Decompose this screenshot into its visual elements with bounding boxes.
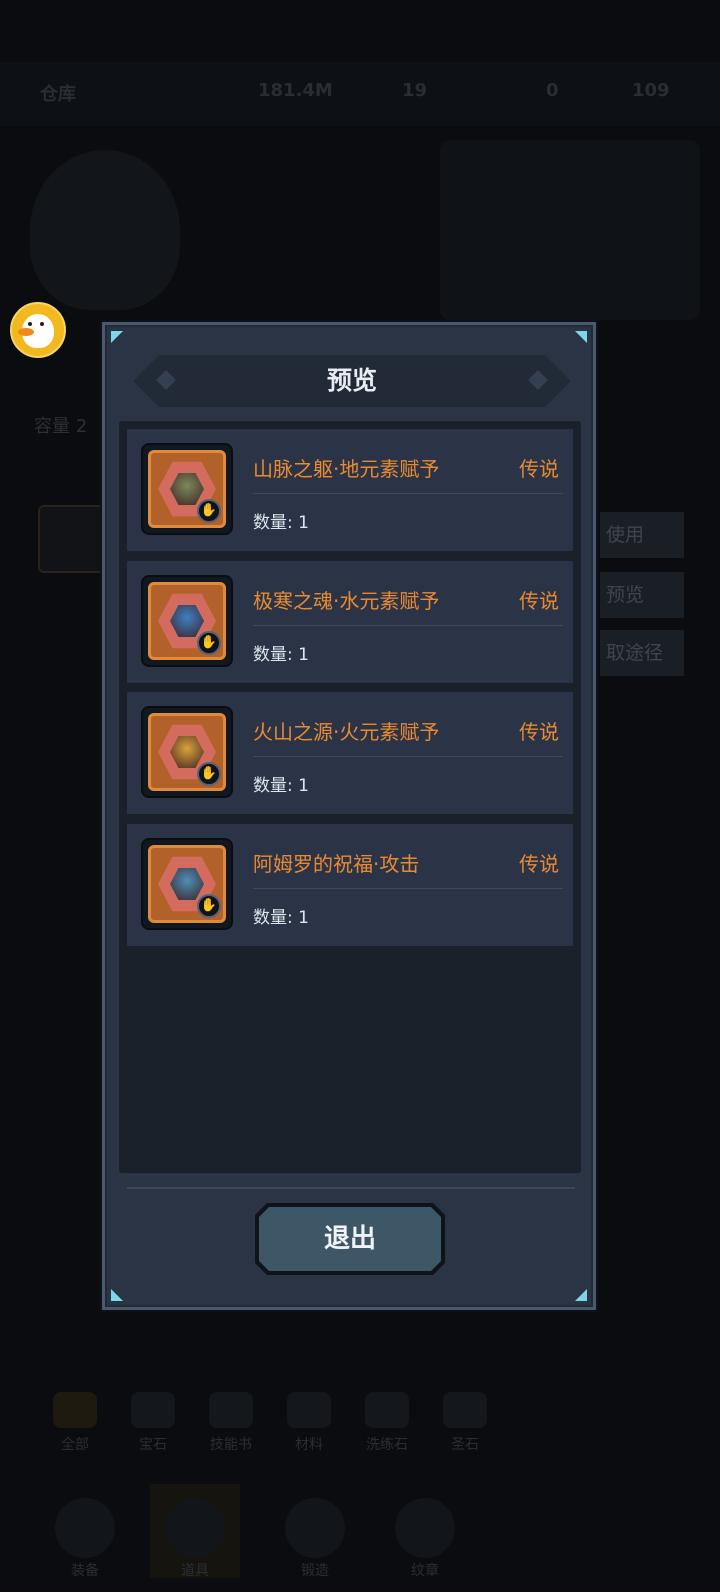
top-resource-bar (0, 62, 720, 126)
item-quantity: 数量: 1 (253, 908, 309, 928)
item-art (170, 473, 204, 505)
hand-icon: ✋ (197, 762, 221, 786)
hand-icon: ✋ (197, 499, 221, 523)
item-rarity: 传说 (519, 589, 559, 613)
use-button: 使用 (600, 512, 684, 558)
item-name: 火山之源·火元素赋予 (253, 720, 440, 744)
corner-ornament (111, 331, 123, 343)
item-icon (141, 706, 233, 798)
item-quantity: 数量: 1 (253, 645, 309, 665)
item-art (170, 605, 204, 637)
item-quantity: 数量: 1 (253, 513, 309, 533)
item-rarity: 传说 (519, 457, 559, 481)
nav-tab-skillbook: 技能书 (194, 1392, 268, 1454)
bottom-nav-equipment: 装备 (40, 1498, 130, 1580)
item-name: 阿姆罗的祝福·攻击 (253, 852, 420, 876)
item-name: 山脉之躯·地元素赋予 (253, 457, 440, 481)
currency-4-amount: 109 (632, 80, 670, 101)
item-icon (141, 838, 233, 930)
divider (253, 493, 563, 494)
list-item[interactable]: ✋ 火山之源·火元素赋予 传说 数量: 1 (127, 692, 573, 814)
item-icon (141, 443, 233, 535)
divider (253, 756, 563, 757)
hand-icon: ✋ (197, 894, 221, 918)
divider (253, 625, 563, 626)
obtain-method-button: 取途径 (600, 630, 684, 676)
dialog-title: 预览 (326, 366, 377, 395)
item-rarity: 传说 (519, 720, 559, 744)
list-item[interactable]: ✋ 极寒之魂·水元素赋予 传说 数量: 1 (127, 561, 573, 683)
nav-tab-material: 材料 (272, 1392, 346, 1454)
duck-avatar-icon[interactable] (10, 302, 66, 358)
bottom-nav-items: 道具 (150, 1484, 240, 1579)
inventory-slot (38, 505, 106, 573)
list-item[interactable]: ✋ 山脉之躯·地元素赋予 传说 数量: 1 (127, 429, 573, 551)
item-quantity: 数量: 1 (253, 776, 309, 796)
divider (127, 1187, 575, 1189)
item-icon (141, 575, 233, 667)
exit-button[interactable]: 退出 (255, 1203, 445, 1275)
bottom-nav-forge: 锻造 (270, 1498, 360, 1580)
corner-ornament (111, 1289, 123, 1301)
corner-ornament (575, 331, 587, 343)
title-banner: 预览 (133, 355, 571, 407)
currency-2-amount: 19 (402, 80, 428, 101)
background-art (440, 140, 700, 320)
hero-portrait (30, 150, 180, 310)
corner-ornament (575, 1289, 587, 1301)
divider (253, 888, 563, 889)
nav-tab-holy-stone: 圣石 (428, 1392, 502, 1454)
nav-tab-gem: 宝石 (116, 1392, 190, 1454)
item-art (170, 868, 204, 900)
nav-tab-all: 全部 (38, 1392, 112, 1454)
exit-button-label: 退出 (259, 1207, 441, 1271)
preview-button: 预览 (600, 572, 684, 618)
item-name: 极寒之魂·水元素赋予 (253, 589, 440, 613)
nav-tab-refine-stone: 洗练石 (350, 1392, 424, 1454)
capacity-label: 容量 2 (34, 416, 88, 437)
preview-dialog: 预览 ✋ 山脉之躯·地元素赋予 传说 数量: 1 ✋ 极寒之魂·水元素赋予 传说… (102, 322, 596, 1310)
item-rarity: 传说 (519, 852, 559, 876)
hand-icon: ✋ (197, 631, 221, 655)
item-art (170, 736, 204, 768)
item-list[interactable]: ✋ 山脉之躯·地元素赋予 传说 数量: 1 ✋ 极寒之魂·水元素赋予 传说 数量… (119, 421, 581, 1173)
gold-amount: 181.4M (258, 80, 333, 101)
currency-3-amount: 0 (546, 80, 559, 101)
warehouse-label: 仓库 (40, 84, 76, 105)
bottom-nav-emblem: 纹章 (380, 1498, 470, 1580)
list-item[interactable]: ✋ 阿姆罗的祝福·攻击 传说 数量: 1 (127, 824, 573, 946)
